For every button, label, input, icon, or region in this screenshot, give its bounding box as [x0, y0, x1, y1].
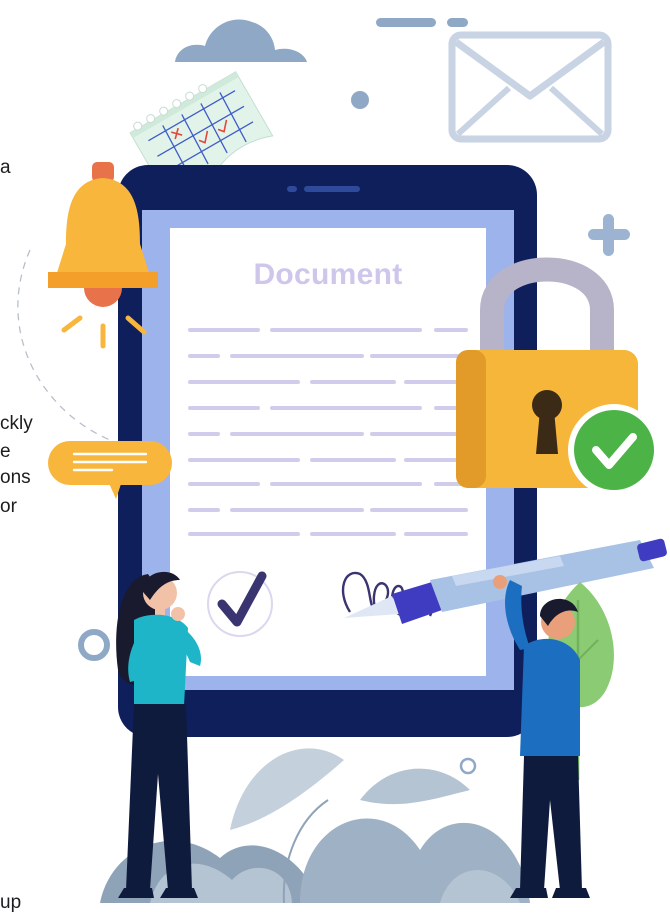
side-text-fragment: a — [0, 157, 11, 178]
decor-ring — [459, 757, 477, 775]
envelope-icon — [448, 31, 612, 143]
cloud-icon — [175, 19, 307, 62]
illustration — [0, 0, 670, 904]
side-text-fragment: ckly — [0, 413, 33, 434]
decor-dash — [376, 18, 436, 27]
check-badge-icon — [568, 404, 660, 496]
decor-dot — [351, 91, 369, 109]
document-title: Document — [253, 258, 403, 291]
decor-dash — [447, 18, 468, 27]
side-text-fragment: e — [0, 441, 11, 462]
side-text-fragment: ons — [0, 467, 31, 488]
side-text-fragment: or — [0, 496, 17, 517]
plus-icon — [588, 214, 630, 256]
decor-ring — [78, 629, 110, 661]
